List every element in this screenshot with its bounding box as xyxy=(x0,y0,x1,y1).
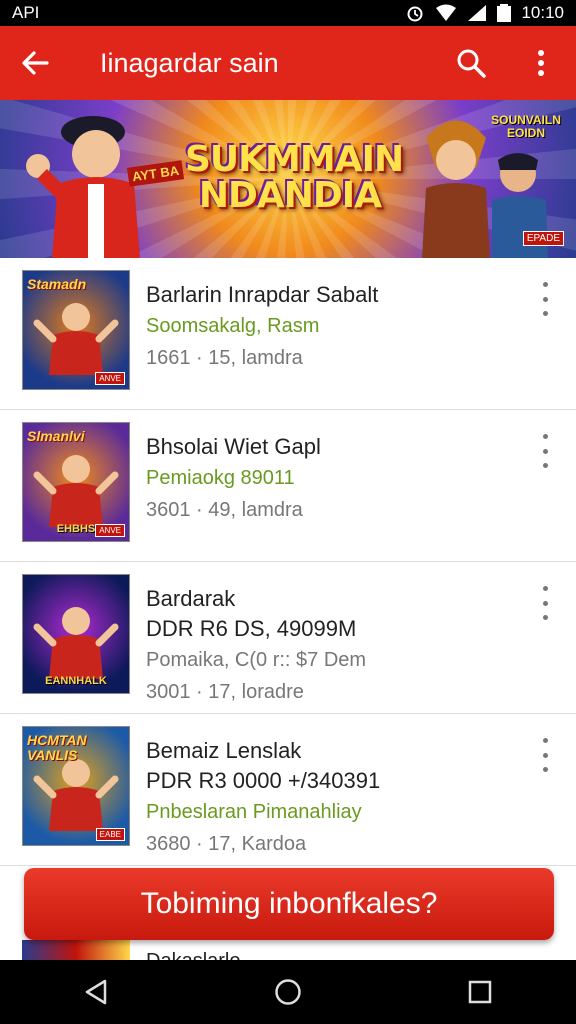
status-time: 10:10 xyxy=(521,3,564,22)
game-list: Stamadn ANVE Barlarin Inrapdar Sabalt Sooms… xyxy=(0,258,576,866)
app-bar: Iinagardar sain xyxy=(0,26,576,100)
search-button[interactable] xyxy=(436,26,506,100)
item-title: Dakaslarlo xyxy=(146,950,240,960)
banner-badge: EPADE xyxy=(522,231,564,246)
promo-banner[interactable]: AYT BA SUKMMAIN NDANDIA SOUNVAILN EOIDN … xyxy=(0,100,576,258)
page-title: Iinagardar sain xyxy=(100,47,279,78)
status-left-text: API xyxy=(12,3,40,22)
item-detail-gray: 3601 · 49, lamdra xyxy=(146,499,303,521)
item-title: Bemaiz Lenslak xyxy=(146,738,302,763)
item-info: Barlarin Inrapdar Sabalt Soomsakalg, Rasm… xyxy=(146,280,516,374)
thumbnail-title: HCMTAN VANLIS xyxy=(27,732,87,763)
item-detail-title: DDR R6 DS, 49099M xyxy=(146,616,357,641)
battery-icon xyxy=(497,4,512,22)
game-thumbnail xyxy=(22,940,130,960)
thumbnail-title: Slmanlvi xyxy=(27,428,85,444)
alarm-icon xyxy=(407,6,423,22)
item-detail-green: Pnbeslaran Pimanahliay xyxy=(146,801,362,823)
thumbnail-footer-text: EANNHALK xyxy=(45,675,107,687)
thumbnail-badge: ANVE xyxy=(95,524,125,537)
nav-back-button[interactable] xyxy=(66,962,126,1022)
more-vert-icon[interactable] xyxy=(538,738,552,772)
nav-home-button[interactable] xyxy=(258,962,318,1022)
signal-icon xyxy=(468,5,487,21)
item-detail-gray: 1661 · 15, lamdra xyxy=(146,347,303,369)
item-detail-green: Soomsakalg, Rasm xyxy=(146,315,320,337)
more-vert-icon xyxy=(538,50,544,76)
cta-button[interactable]: Tobiming inbonfkales? xyxy=(24,868,554,940)
more-vert-icon[interactable] xyxy=(538,282,552,316)
list-item[interactable]: Slmanlvi EHBHS ANVE Bhsolai Wiet Gapl Pemiao… xyxy=(0,410,576,562)
system-nav-bar xyxy=(0,960,576,1024)
overflow-menu-button[interactable] xyxy=(506,26,576,100)
thumbnail-title: Stamadn xyxy=(27,276,87,292)
more-vert-icon[interactable] xyxy=(538,586,552,620)
item-title: Barlarin Inrapdar Sabalt xyxy=(146,282,379,307)
wifi-icon xyxy=(436,4,457,21)
triangle-back-icon xyxy=(85,979,107,1005)
more-vert-icon[interactable] xyxy=(538,434,552,468)
thumbnail-badge: ANVE xyxy=(95,372,125,385)
item-info: Bardarak DDR R6 DS, 49099M Pomaika, C(0 r:… xyxy=(146,584,516,708)
item-info: Bhsolai Wiet Gapl Pemiaokg 89011 3601 · 49… xyxy=(146,432,516,526)
item-title: Bhsolai Wiet Gapl xyxy=(146,434,321,459)
search-icon xyxy=(457,49,486,78)
status-icons: 10:10 xyxy=(405,3,564,23)
item-detail-gray: 3680 · 17, Kardoa xyxy=(146,833,307,855)
game-thumbnail: Stamadn ANVE xyxy=(22,270,130,390)
thumbnail-badge: EABE xyxy=(95,828,125,841)
list-item-partial[interactable]: Dakaslarlo xyxy=(0,940,576,960)
list-item[interactable]: Stamadn ANVE Barlarin Inrapdar Sabalt Sooms… xyxy=(0,258,576,410)
game-thumbnail: Slmanlvi EHBHS ANVE xyxy=(22,422,130,542)
game-thumbnail: EANNHALK xyxy=(22,574,130,694)
item-detail-gray: Pomaika, C(0 r:: $7 Dem xyxy=(146,649,367,671)
arrow-left-icon xyxy=(22,51,49,75)
square-recents-icon xyxy=(468,980,492,1004)
item-detail-title: PDR R3 0000 +/340391 xyxy=(146,768,381,793)
game-thumbnail: HCMTAN VANLIS EABE xyxy=(22,726,130,846)
item-info: Bemaiz Lenslak PDR R3 0000 +/340391 Pnbesl… xyxy=(146,736,516,860)
circle-home-icon xyxy=(275,979,301,1005)
status-bar: API 10:10 xyxy=(0,0,576,26)
item-detail-green: Pemiaokg 89011 xyxy=(146,467,295,489)
list-item[interactable]: HCMTAN VANLIS EABE Bemaiz Lenslak PDR R3 00… xyxy=(0,714,576,866)
list-item[interactable]: EANNHALK Bardarak DDR R6 DS, 49099M Pomaika… xyxy=(0,562,576,714)
banner-side-text: SOUNVAILN EOIDN xyxy=(491,113,561,140)
back-button[interactable] xyxy=(0,26,70,100)
item-detail-gray: 3001 · 17, loradre xyxy=(146,681,304,703)
item-title: Bardarak xyxy=(146,586,236,611)
nav-recents-button[interactable] xyxy=(450,962,510,1022)
banner-title: SUKMMAIN NDANDIA xyxy=(185,139,404,216)
